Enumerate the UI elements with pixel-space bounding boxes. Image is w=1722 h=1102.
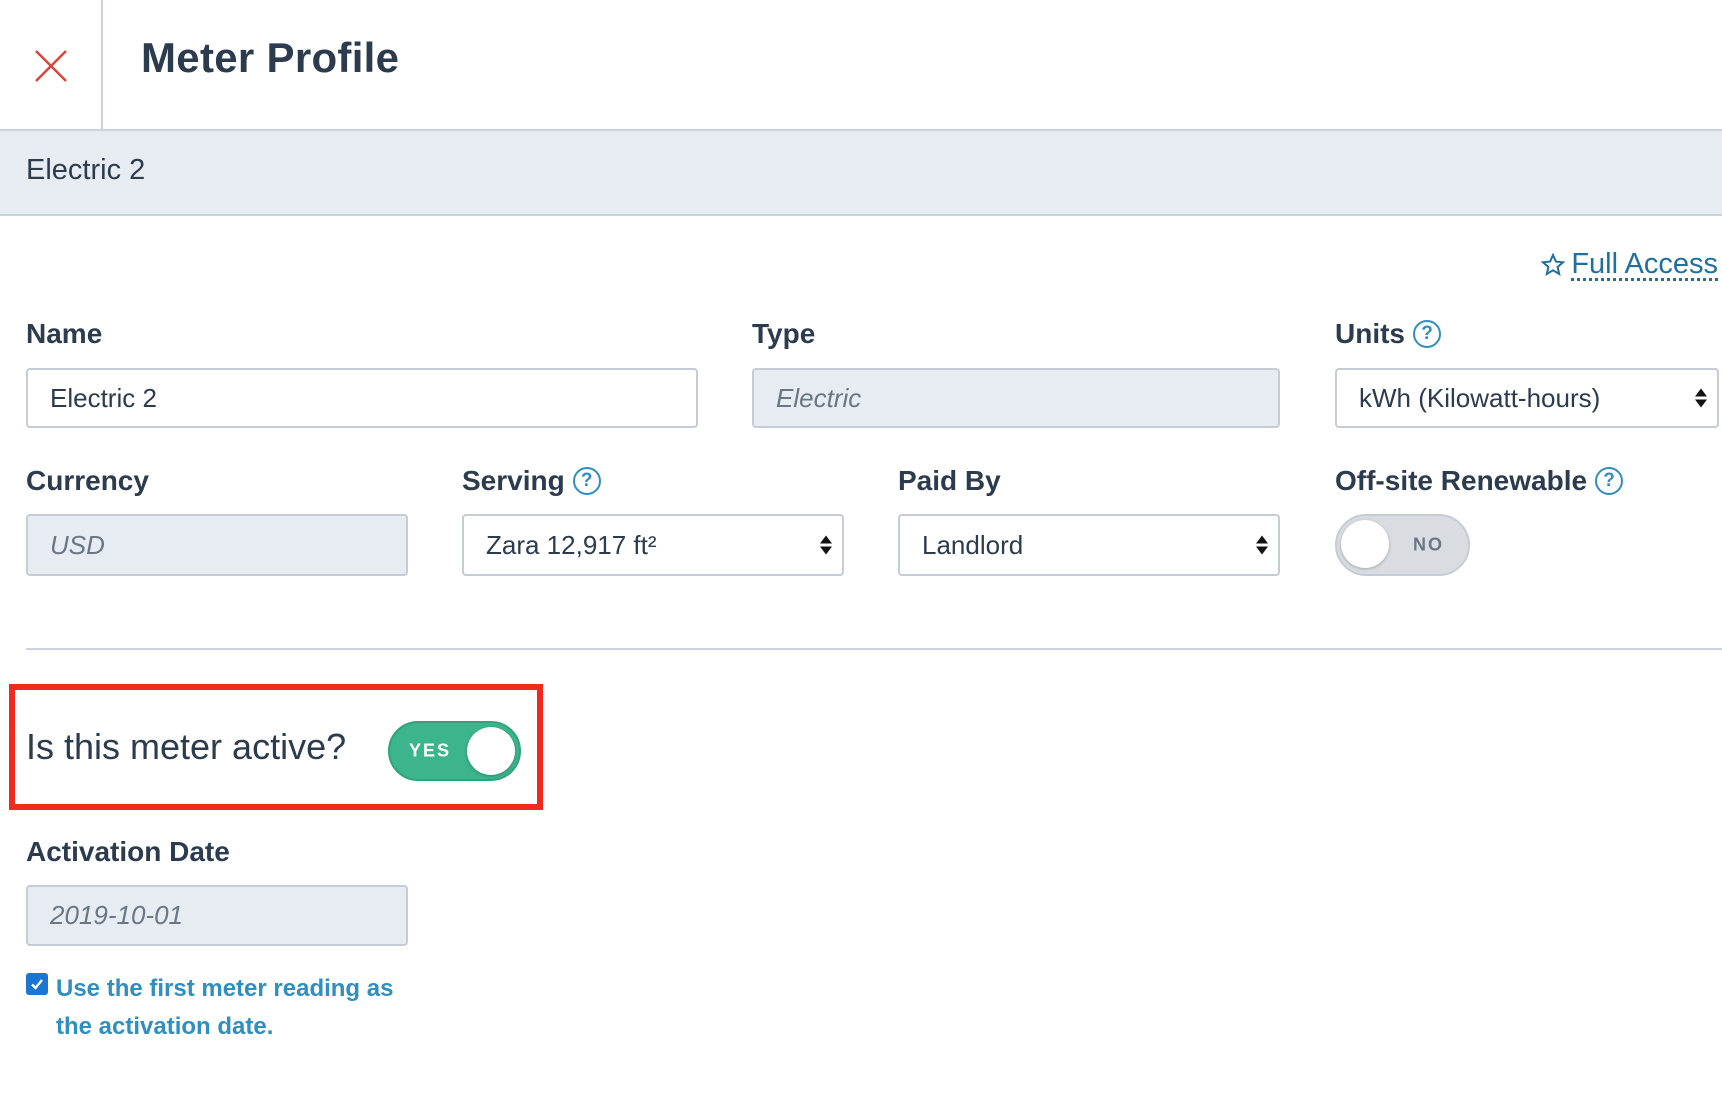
meter-name-bar: Electric 2 [0, 131, 1722, 216]
close-icon [34, 49, 67, 82]
type-label-text: Type [752, 318, 816, 349]
activation-date-label: Activation Date [26, 836, 230, 868]
name-label-text: Name [26, 318, 103, 349]
access-level-link[interactable]: Full Access [1541, 248, 1718, 281]
select-arrows-icon [1256, 535, 1268, 555]
page-title: Meter Profile [141, 34, 400, 81]
type-input-value: Electric [776, 382, 862, 413]
serving-select[interactable]: Zara 12,917 ft² [462, 514, 844, 576]
serving-help-icon[interactable]: ? [572, 467, 601, 495]
activation-date-label-text: Activation Date [26, 836, 230, 867]
type-label: Type [752, 318, 815, 350]
activation-date-input: 2019-10-01 [26, 885, 408, 946]
select-arrows-icon [1695, 388, 1707, 408]
offsite-renewable-help-icon[interactable]: ? [1595, 467, 1624, 495]
meter-name-heading: Electric 2 [26, 154, 146, 186]
units-label: Units ? [1335, 318, 1441, 350]
currency-input-value: USD [50, 529, 105, 560]
activation-date-value: 2019-10-01 [50, 900, 183, 930]
paid-by-label-text: Paid By [898, 465, 1001, 496]
meter-active-question: Is this meter active? [26, 726, 347, 767]
offsite-renewable-label-text: Off-site Renewable [1335, 465, 1588, 496]
name-input-value: Electric 2 [50, 382, 157, 413]
select-arrows-icon [820, 535, 832, 555]
first-reading-checkbox[interactable] [26, 973, 48, 995]
paid-by-select-value: Landlord [922, 529, 1024, 560]
header: Meter Profile [0, 0, 1722, 131]
units-select[interactable]: kWh (Kilowatt-hours) [1335, 368, 1719, 428]
offsite-renewable-toggle[interactable]: NO [1335, 514, 1470, 576]
units-select-value: kWh (Kilowatt-hours) [1359, 382, 1601, 413]
units-help-icon[interactable]: ? [1413, 320, 1441, 348]
star-outline-icon [1541, 252, 1566, 276]
currency-label-text: Currency [26, 465, 149, 496]
type-input: Electric [752, 368, 1280, 428]
close-button[interactable] [0, 0, 103, 131]
name-input[interactable]: Electric 2 [26, 368, 698, 428]
toggle-knob [1341, 520, 1389, 568]
checkmark-icon [31, 979, 43, 990]
meter-active-state: YES [409, 740, 452, 761]
offsite-renewable-state: NO [1413, 534, 1444, 555]
currency-input: USD [26, 514, 408, 576]
units-label-text: Units [1335, 318, 1405, 349]
serving-label: Serving ? [462, 465, 601, 497]
serving-select-value: Zara 12,917 ft² [486, 529, 657, 560]
paid-by-select[interactable]: Landlord [898, 514, 1280, 576]
access-level-label: Full Access [1571, 248, 1718, 280]
serving-label-text: Serving [462, 465, 565, 496]
first-reading-checkbox-label[interactable]: Use the first meter reading as the activ… [56, 970, 416, 1046]
section-divider [26, 648, 1722, 650]
name-label: Name [26, 318, 102, 350]
paid-by-label: Paid By [898, 465, 1001, 497]
meter-active-toggle[interactable]: YES [388, 721, 521, 781]
offsite-renewable-label: Off-site Renewable ? [1335, 465, 1624, 497]
currency-label: Currency [26, 465, 149, 497]
toggle-knob [467, 727, 515, 775]
